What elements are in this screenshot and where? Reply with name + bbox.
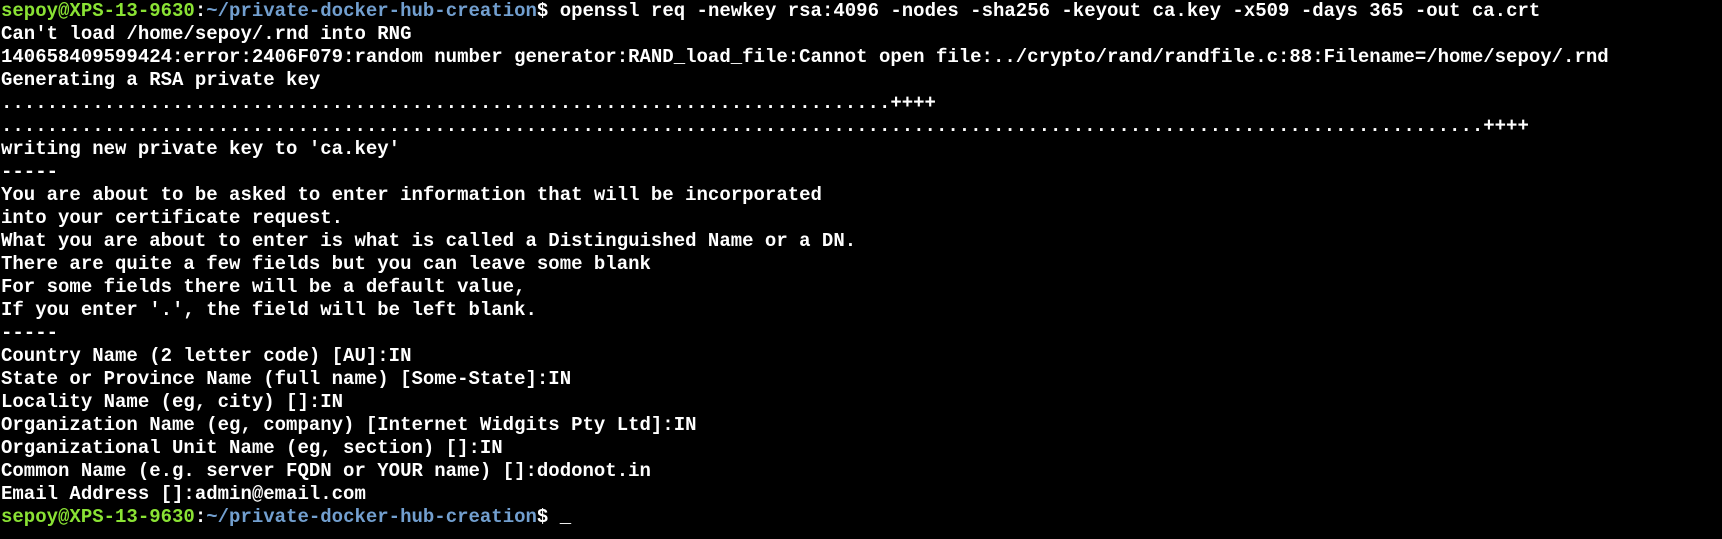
output-line: Organizational Unit Name (eg, section) […	[1, 437, 503, 459]
command-text: openssl req -newkey rsa:4096 -nodes -sha…	[559, 0, 1541, 22]
output-line: What you are about to enter is what is c…	[1, 230, 857, 252]
output-line: State or Province Name (full name) [Some…	[1, 368, 572, 390]
terminal-window[interactable]: sepoy@XPS-13-9630:~/private-docker-hub-c…	[0, 0, 1722, 539]
output-line: Locality Name (eg, city) []:IN	[1, 391, 344, 413]
output-line: For some fields there will be a default …	[1, 276, 526, 298]
prompt-path: ~/private-docker-hub-creation	[206, 0, 537, 22]
output-line: You are about to be asked to enter infor…	[1, 184, 822, 206]
output-line: 140658409599424:error:2406F079:random nu…	[1, 46, 1609, 68]
output-line: Common Name (e.g. server FQDN or YOUR na…	[1, 460, 651, 482]
output-line: into your certificate request.	[1, 207, 344, 229]
output-line: Country Name (2 letter code) [AU]:IN	[1, 345, 412, 367]
prompt-symbol: $	[536, 0, 560, 22]
output-line: Email Address []:admin@email.com	[1, 483, 366, 505]
output-line: writing new private key to 'ca.key'	[1, 138, 401, 160]
output-line: There are quite a few fields but you can…	[1, 253, 651, 275]
output-line: Generating a RSA private key	[1, 69, 321, 91]
output-line: ........................................…	[1, 92, 936, 114]
prompt-user-host: sepoy@XPS-13-9630	[1, 506, 195, 528]
prompt-path: ~/private-docker-hub-creation	[206, 506, 537, 528]
text-cursor[interactable]: _	[560, 506, 571, 528]
current-prompt-line[interactable]: sepoy@XPS-13-9630:~/private-docker-hub-c…	[1, 506, 1722, 529]
output-line: -----	[1, 161, 59, 183]
output-line: ........................................…	[1, 115, 1529, 137]
command-line: sepoy@XPS-13-9630:~/private-docker-hub-c…	[1, 0, 1722, 23]
prompt-separator: :	[194, 506, 207, 528]
output-line: -----	[1, 322, 59, 344]
output-line: Can't load /home/sepoy/.rnd into RNG	[1, 23, 412, 45]
prompt-user-host: sepoy@XPS-13-9630	[1, 0, 195, 22]
prompt-symbol: $	[536, 506, 560, 528]
prompt-separator: :	[194, 0, 207, 22]
output-line: If you enter '.', the field will be left…	[1, 299, 537, 321]
output-line: Organization Name (eg, company) [Interne…	[1, 414, 697, 436]
